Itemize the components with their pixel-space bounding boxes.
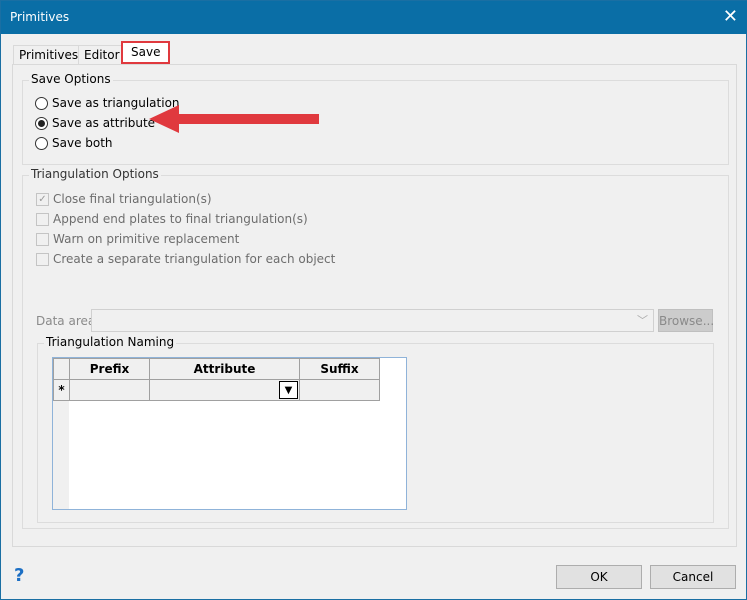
checkbox-icon: [36, 252, 49, 266]
save-options-group: Save Options Save as triangulation Save …: [22, 72, 729, 165]
radio-selected-icon: [35, 116, 48, 130]
checkmark-icon: ✓: [36, 192, 49, 206]
checkbox-separate-triangulation[interactable]: Create a separate triangulation for each…: [36, 252, 335, 266]
new-row-marker: *: [53, 379, 70, 401]
checkbox-label: Warn on primitive replacement: [53, 232, 240, 246]
radio-label: Save as attribute: [52, 116, 156, 130]
radio-icon: [35, 96, 48, 110]
close-icon[interactable]: ✕: [723, 6, 738, 27]
browse-button[interactable]: Browse...: [658, 309, 714, 332]
naming-grid: Prefix Attribute Suffix * ▼: [52, 357, 407, 510]
column-header-suffix[interactable]: Suffix: [299, 358, 380, 380]
corner-cell: [53, 358, 70, 380]
data-area-combobox[interactable]: ﹀: [91, 309, 654, 332]
radio-save-both[interactable]: Save both: [35, 136, 113, 150]
data-area-label: Data area: [36, 314, 96, 328]
help-icon[interactable]: ?: [14, 565, 24, 586]
dropdown-arrow-icon[interactable]: ▼: [279, 381, 298, 399]
save-options-title: Save Options: [29, 72, 113, 86]
red-arrow-annotation: [149, 105, 319, 133]
tab-editor[interactable]: Editor: [78, 45, 126, 65]
checkbox-append-end-plates[interactable]: Append end plates to final triangulation…: [36, 212, 308, 226]
dialog-window: Primitives ✕ Primitives Editor Save Opti…: [0, 0, 747, 600]
radio-save-as-attribute[interactable]: Save as attribute: [35, 116, 155, 130]
triangulation-naming-title: Triangulation Naming: [44, 335, 177, 349]
column-header-attribute[interactable]: Attribute: [149, 358, 300, 380]
chevron-down-icon: ﹀: [637, 314, 648, 327]
checkbox-warn-replacement[interactable]: Warn on primitive replacement: [36, 232, 239, 246]
prefix-cell[interactable]: [69, 379, 150, 401]
cancel-button[interactable]: Cancel: [650, 565, 736, 589]
checkbox-label: Create a separate triangulation for each…: [53, 252, 336, 266]
suffix-cell[interactable]: [299, 379, 380, 401]
window-title: Primitives: [10, 10, 70, 24]
triangulation-options-group: Triangulation Options ✓ Close final trian…: [22, 167, 729, 529]
tab-save[interactable]: Save: [121, 41, 171, 64]
checkbox-icon: [36, 212, 49, 226]
radio-icon: [35, 136, 48, 150]
tab-panel-save: Save Options Save as triangulation Save …: [12, 64, 737, 547]
checkbox-icon: [36, 232, 49, 246]
column-header-prefix[interactable]: Prefix: [69, 358, 150, 380]
checkbox-label: Append end plates to final triangulation…: [53, 212, 308, 226]
title-bar: Primitives ✕: [1, 1, 747, 34]
table-row-new: * ▼: [53, 379, 380, 401]
ok-button[interactable]: OK: [556, 565, 642, 589]
checkbox-close-final[interactable]: ✓ Close final triangulation(s): [36, 192, 212, 206]
triangulation-options-title: Triangulation Options: [29, 167, 161, 181]
triangulation-naming-group: Triangulation Naming Prefix Attribute Su…: [37, 335, 714, 523]
checkbox-label: Close final triangulation(s): [53, 192, 212, 206]
naming-table: Prefix Attribute Suffix * ▼: [53, 358, 380, 401]
radio-label: Save both: [52, 136, 113, 150]
attribute-cell[interactable]: ▼: [149, 379, 300, 401]
tab-primitives[interactable]: Primitives: [13, 45, 85, 65]
